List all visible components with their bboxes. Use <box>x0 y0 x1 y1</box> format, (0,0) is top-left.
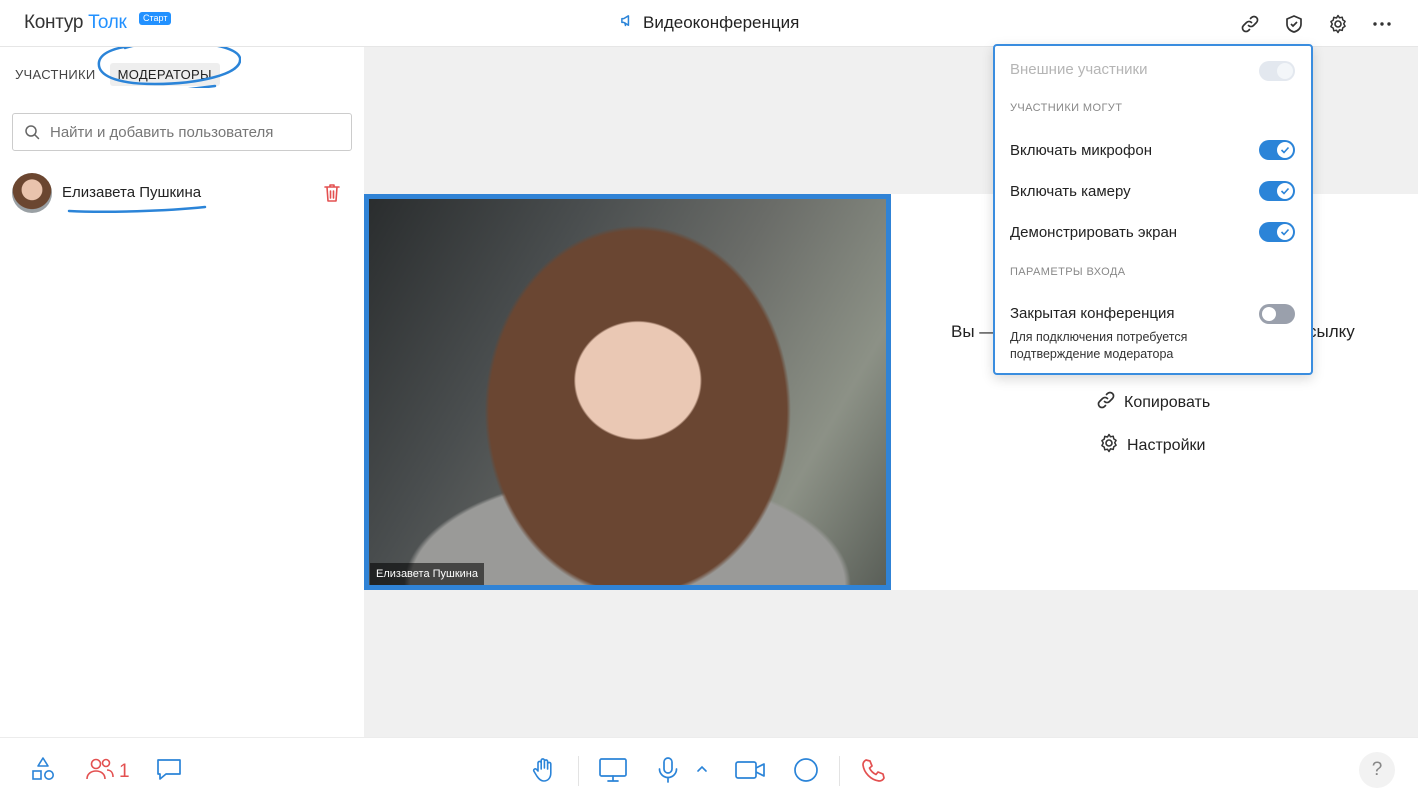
help-button[interactable]: ? <box>1359 752 1395 788</box>
chat-button[interactable] <box>155 756 183 787</box>
megaphone-icon <box>620 13 635 33</box>
people-icon <box>85 756 115 787</box>
participants-button[interactable]: 1 <box>85 756 130 787</box>
invite-text-left: Вы — <box>951 322 997 341</box>
video-name-label: Елизавета Пушкина <box>370 563 485 585</box>
copy-label: Копировать <box>1124 393 1211 411</box>
app-logo: Контур Толк Старт <box>24 12 172 34</box>
shapes-icon <box>30 756 56 787</box>
microphone-icon <box>655 756 681 789</box>
link-icon[interactable] <box>1238 12 1262 36</box>
apps-button[interactable] <box>30 756 56 787</box>
settings-label: Настройки <box>1127 436 1206 454</box>
settings-button[interactable]: Настройки <box>1099 433 1205 458</box>
monitor-icon <box>598 756 628 789</box>
search-placeholder: Найти и добавить пользователя <box>50 124 274 141</box>
phone-hangup-icon <box>860 756 888 789</box>
tab-participants[interactable]: УЧАСТНИКИ <box>15 67 96 82</box>
toggle-label-camera: Включать камеру <box>1010 183 1131 200</box>
hand-drawn-underline <box>67 205 207 214</box>
chat-icon <box>155 756 183 787</box>
hand-drawn-circle <box>97 40 241 88</box>
logo-brand: Контур <box>24 12 84 33</box>
invite-text-right: сылку <box>1308 322 1355 341</box>
more-dots-icon[interactable] <box>1370 12 1394 36</box>
invite-text: Вы — сылку <box>951 322 1355 342</box>
record-button[interactable] <box>792 756 820 789</box>
gear-icon <box>1099 433 1119 458</box>
chevron-up-icon <box>695 762 709 781</box>
mic-options-button[interactable] <box>695 762 709 781</box>
camera-button[interactable] <box>734 756 766 789</box>
toolbar-divider <box>839 756 840 786</box>
logo-product: Толк <box>88 12 127 33</box>
closed-conference-toggle[interactable] <box>1259 304 1295 324</box>
screen-share-toggle[interactable] <box>1259 222 1295 242</box>
section-participants-can: УЧАСТНИКИ МОГУТ <box>1010 102 1123 114</box>
search-icon <box>24 124 40 145</box>
external-participants-toggle <box>1259 61 1295 81</box>
participants-count: 1 <box>119 760 130 782</box>
gear-icon[interactable] <box>1326 12 1350 36</box>
search-input[interactable]: Найти и добавить пользователя <box>12 113 352 151</box>
shield-check-icon[interactable] <box>1282 12 1306 36</box>
section-entry-params: ПАРАМЕТРЫ ВХОДА <box>1010 266 1126 278</box>
hand-icon <box>530 756 558 789</box>
conference-title-text: Видеоконференция <box>643 13 800 32</box>
external-participants-label: Внешние участники <box>1010 61 1148 78</box>
link-icon <box>1096 390 1116 415</box>
list-item[interactable]: Елизавета Пушкина <box>12 173 352 215</box>
security-popup: Внешние участники УЧАСТНИКИ МОГУТ Включа… <box>993 44 1313 375</box>
moderator-name: Елизавета Пушкина <box>62 184 202 201</box>
toggle-label-microphone: Включать микрофон <box>1010 142 1152 159</box>
toggle-label-screen: Демонстрировать экран <box>1010 224 1178 241</box>
microphone-button[interactable] <box>655 756 681 789</box>
trash-icon[interactable] <box>322 182 342 209</box>
closed-conference-label: Закрытая конференция <box>1010 305 1175 322</box>
record-circle-icon <box>792 756 820 789</box>
avatar <box>12 173 52 213</box>
hang-up-button[interactable] <box>860 756 888 789</box>
bottom-toolbar: 1 ? <box>0 737 1418 800</box>
top-header: Контур Толк Старт Видеоконференция <box>0 0 1418 47</box>
toolbar-divider <box>578 756 579 786</box>
video-camera-icon <box>734 756 766 789</box>
screen-share-button[interactable] <box>598 756 628 789</box>
camera-toggle[interactable] <box>1259 181 1295 201</box>
microphone-toggle[interactable] <box>1259 140 1295 160</box>
conference-title: Видеоконференция <box>620 13 799 33</box>
closed-conference-description: Для подключения потребуется подтверждени… <box>1010 330 1188 361</box>
copy-link-button[interactable]: Копировать <box>1096 390 1210 415</box>
raise-hand-button[interactable] <box>530 756 558 789</box>
participant-video[interactable]: Елизавета Пушкина <box>364 194 891 590</box>
sidebar: УЧАСТНИКИ МОДЕРАТОРЫ Найти и добавить по… <box>0 40 364 737</box>
plan-badge: Старт <box>139 12 172 25</box>
